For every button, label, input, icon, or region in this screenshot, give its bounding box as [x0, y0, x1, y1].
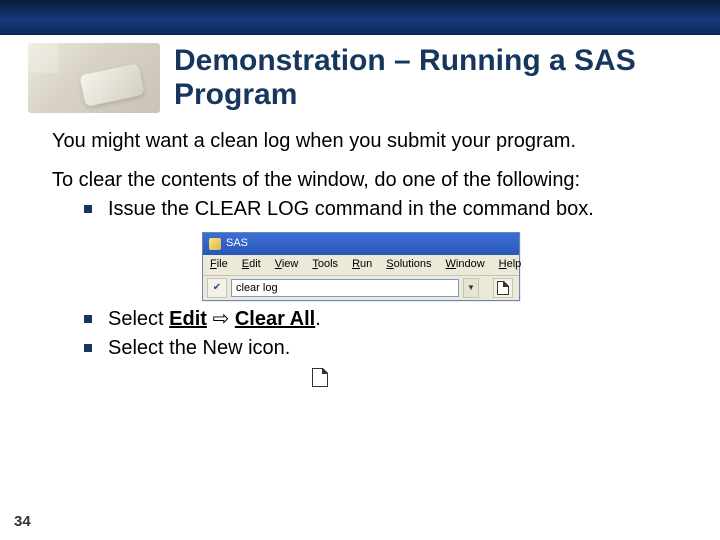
menu-solutions[interactable]: Solutions — [383, 257, 434, 273]
instruction-paragraph: To clear the contents of the window, do … — [52, 168, 678, 193]
command-dropdown-icon[interactable]: ▼ — [463, 278, 479, 298]
page-number: 34 — [14, 513, 31, 530]
command-box[interactable]: clear log — [231, 279, 459, 297]
menu-edit[interactable]: Edit — [239, 257, 264, 273]
period: . — [315, 308, 321, 330]
bullet-list-top: Issue the CLEAR LOG command in the comma… — [80, 197, 678, 222]
top-banner — [0, 0, 720, 35]
submit-check-icon[interactable]: ✔ — [207, 278, 227, 298]
sas-app-title: SAS — [226, 237, 248, 251]
sas-menubar[interactable]: File Edit View Tools Run Solutions Windo… — [203, 255, 519, 276]
menu-run[interactable]: Run — [349, 257, 375, 273]
sas-toolbar: ✔ clear log ▼ — [203, 276, 519, 300]
sas-titlebar: SAS — [203, 233, 519, 255]
clear-all-label: Clear All — [235, 308, 315, 330]
slide-title: Demonstration – Running a SAS Program — [174, 44, 706, 113]
bullet-prefix: Select — [108, 308, 169, 330]
document-icon — [312, 368, 328, 387]
menu-window[interactable]: Window — [443, 257, 488, 273]
document-icon — [497, 281, 509, 295]
edit-label: Edit — [169, 308, 207, 330]
bullet-edit-clear-all: Select Edit ⇨ Clear All. — [80, 307, 678, 332]
menu-help[interactable]: Help — [496, 257, 525, 273]
header-image — [28, 43, 160, 113]
menu-tools[interactable]: Tools — [309, 257, 341, 273]
intro-paragraph: You might want a clean log when you subm… — [52, 129, 678, 154]
bullet-clear-log: Issue the CLEAR LOG command in the comma… — [80, 197, 678, 222]
new-icon-sample — [312, 365, 678, 390]
sas-app-window: SAS File Edit View Tools Run Solutions W… — [202, 232, 520, 301]
menu-file[interactable]: File — [207, 257, 231, 273]
slide-header: Demonstration – Running a SAS Program — [0, 43, 720, 113]
slide-body: You might want a clean log when you subm… — [0, 113, 720, 390]
bullet-list-bottom: Select Edit ⇨ Clear All. Select the New … — [80, 307, 678, 361]
arrow-icon: ⇨ — [213, 308, 230, 330]
sas-app-icon — [209, 238, 221, 250]
toolbar-new-icon[interactable] — [493, 278, 513, 298]
menu-view[interactable]: View — [272, 257, 302, 273]
bullet-new-icon: Select the New icon. — [80, 336, 678, 361]
